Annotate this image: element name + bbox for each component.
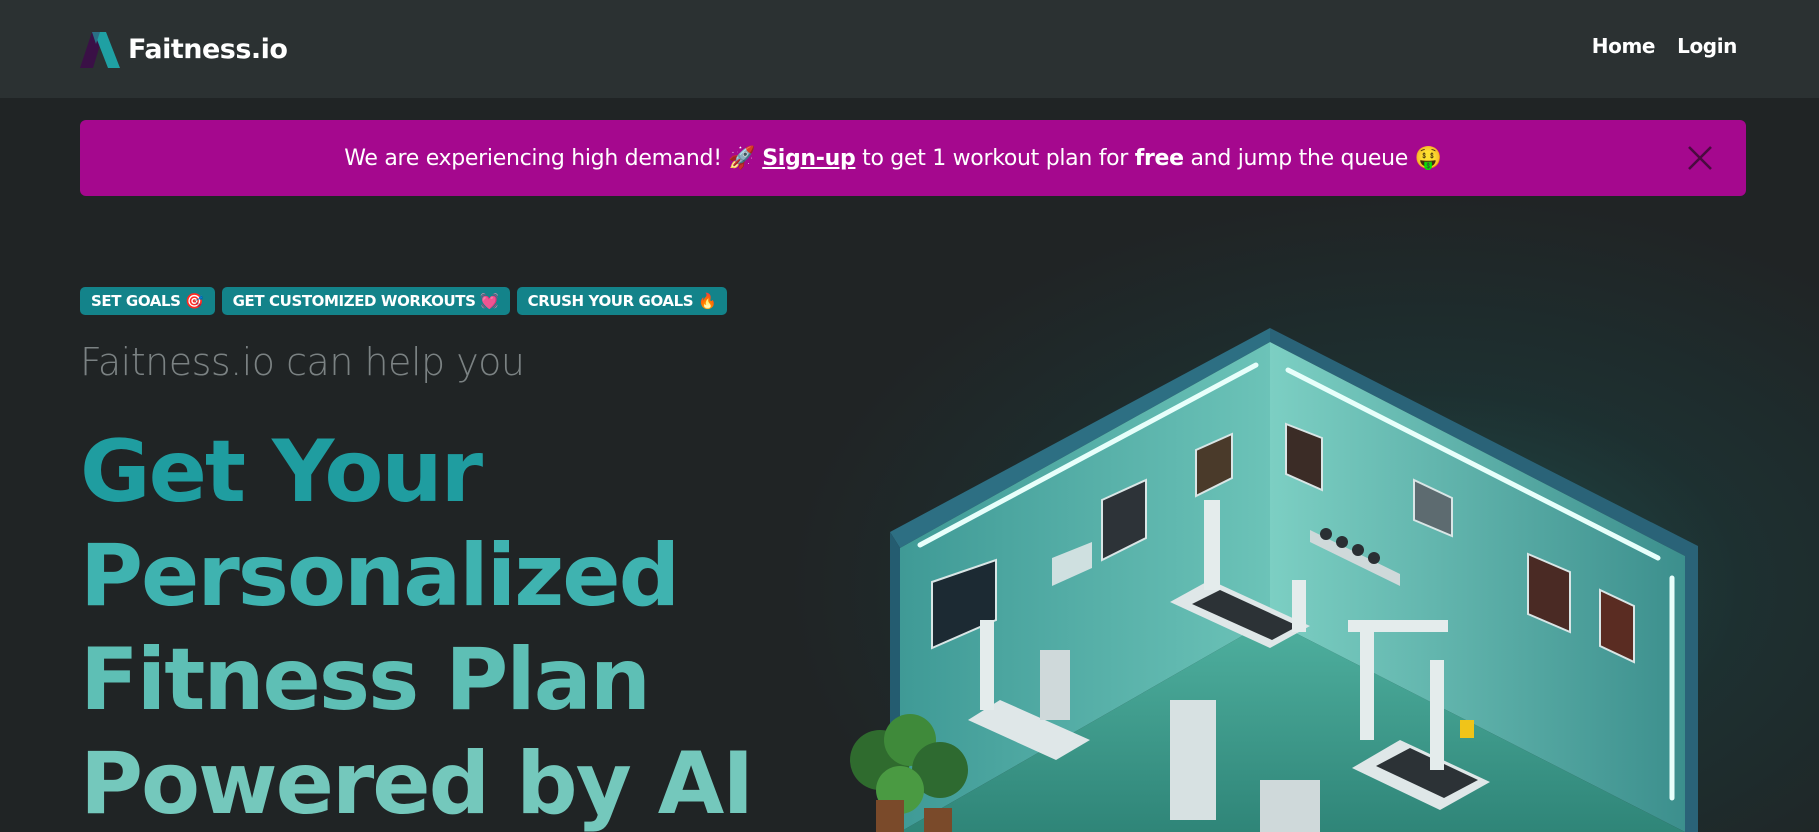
banner-free-word: free <box>1134 145 1184 171</box>
headline-line-2: Personalized <box>80 526 680 626</box>
badge-customized-workouts: GET CUSTOMIZED WORKOUTS 💓 <box>221 287 510 315</box>
badge-crush-goals: CRUSH YOUR GOALS 🔥 <box>516 287 728 315</box>
badge-set-goals: SET GOALS 🎯 <box>80 287 215 315</box>
headline-line-4: Powered by AI <box>80 734 754 832</box>
nav-login-link[interactable]: Login <box>1677 34 1737 58</box>
brand-name: Faitness.io <box>128 33 288 65</box>
feature-badges: SET GOALS 🎯 GET CUSTOMIZED WORKOUTS 💓 CR… <box>80 287 728 315</box>
hero-subtitle: Faitness.io can help you <box>80 340 525 384</box>
headline-line-3: Fitness Plan <box>80 630 651 730</box>
demand-banner: We are experiencing high demand! 🚀 Sign-… <box>80 120 1746 196</box>
hero-headline: Get Your Personalized Fitness Plan Power… <box>80 420 754 832</box>
headline-line-1: Get Your <box>80 422 483 522</box>
banner-message: We are experiencing high demand! 🚀 Sign-… <box>344 146 1442 171</box>
close-icon[interactable] <box>1686 144 1714 172</box>
banner-text-before: We are experiencing high demand! 🚀 <box>344 145 763 171</box>
gym-room-illustration <box>850 328 1698 832</box>
nav-home-link[interactable]: Home <box>1592 34 1656 58</box>
banner-text-middle: to get 1 workout plan for <box>855 145 1135 171</box>
site-header: Faitness.io Home Login <box>0 0 1819 98</box>
main-nav: Home Login <box>1592 34 1738 58</box>
banner-text-after: and jump the queue 🤑 <box>1183 145 1443 171</box>
brand-logo-link[interactable]: Faitness.io <box>80 28 288 70</box>
faitness-logo-icon <box>80 32 120 68</box>
signup-link[interactable]: Sign-up <box>762 146 856 171</box>
